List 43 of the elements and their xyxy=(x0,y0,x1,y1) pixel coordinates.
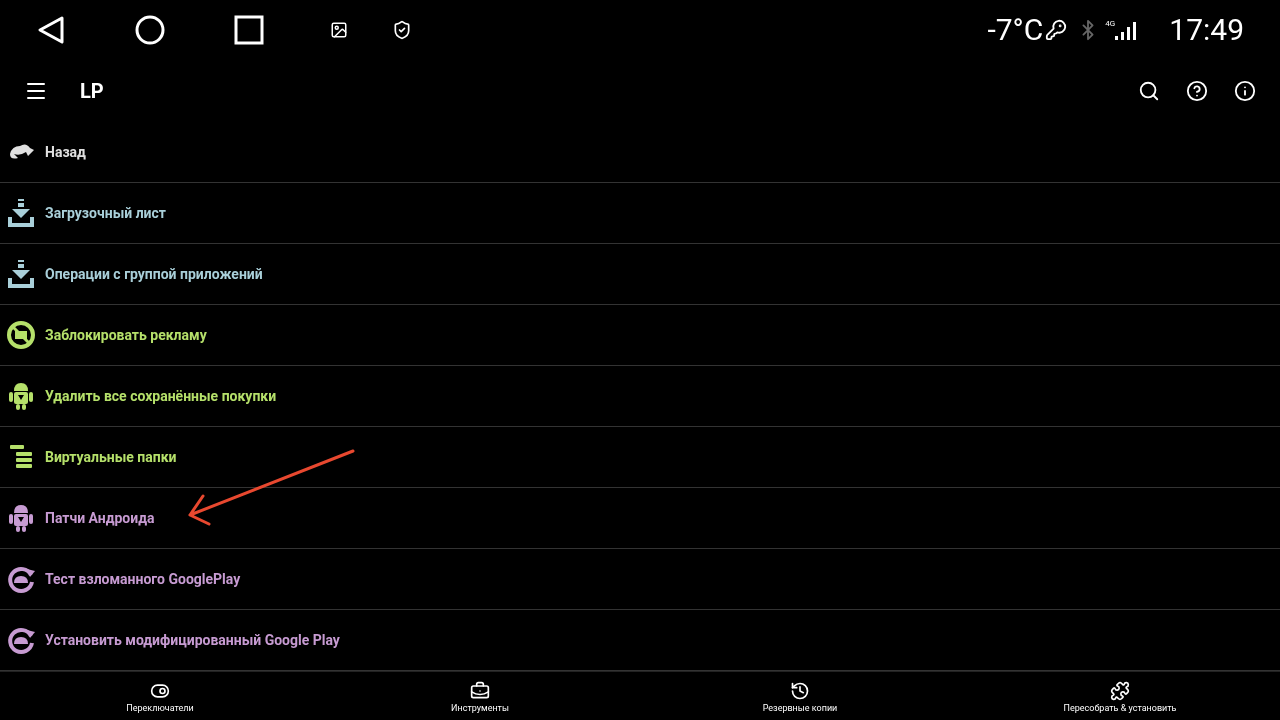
menu-item-label: Назад xyxy=(45,142,86,162)
home-nav-icon[interactable] xyxy=(134,14,166,46)
download-icon xyxy=(6,197,36,229)
blocked-ads-icon xyxy=(6,320,36,350)
menu-item[interactable]: Операции с группой приложений xyxy=(0,244,1280,305)
menu-item-label: Виртуальные папки xyxy=(45,447,177,467)
menu-item[interactable]: Установить модифицированный Google Play xyxy=(0,610,1280,671)
bottom-nav-tab[interactable]: Переключатели xyxy=(0,672,320,720)
menu-item[interactable]: Патчи Андроида xyxy=(0,488,1280,549)
clock: 17:49 xyxy=(1169,15,1244,45)
shield-icon xyxy=(392,20,412,40)
menu-item-label: Загрузочный лист xyxy=(45,203,166,223)
image-icon xyxy=(330,21,348,39)
bottom-nav-tab[interactable]: Пересобрать & установить xyxy=(960,672,1280,720)
network-type: 4G xyxy=(1105,20,1116,28)
recents-nav-icon[interactable] xyxy=(234,15,264,45)
key-icon xyxy=(1045,19,1068,41)
bottom-nav-tab[interactable]: Резервные копии xyxy=(640,672,960,720)
temperature: -7°C xyxy=(987,15,1044,45)
menu-item[interactable]: Загрузочный лист xyxy=(0,183,1280,244)
menu-item[interactable]: Удалить все сохранённые покупки xyxy=(0,366,1280,427)
android-icon xyxy=(6,502,36,534)
menu-item-label: Патчи Андроида xyxy=(45,508,155,528)
menu-item-label: Тест взломанного GooglePlay xyxy=(45,569,241,589)
back-nav-icon[interactable] xyxy=(36,15,66,45)
menu-item[interactable]: Назад xyxy=(0,122,1280,183)
menu-item[interactable]: Заблокировать рекламу xyxy=(0,305,1280,366)
bottom-nav-tab[interactable]: Инструменты xyxy=(320,672,640,720)
menu-item-label: Заблокировать рекламу xyxy=(45,325,207,345)
app-title: LP xyxy=(80,78,104,105)
download-icon xyxy=(6,258,36,290)
restore-icon xyxy=(790,680,810,701)
menu-item-label: Операции с группой приложений xyxy=(45,264,263,284)
toolbox-icon xyxy=(470,680,490,701)
menu-item-label: Удалить все сохранённые покупки xyxy=(45,386,277,406)
menu-item[interactable]: Тест взломанного GooglePlay xyxy=(0,549,1280,610)
menu-item-label: Установить модифицированный Google Play xyxy=(45,630,340,650)
android-icon xyxy=(6,380,36,412)
info-button[interactable] xyxy=(1234,80,1256,102)
search-button[interactable] xyxy=(1138,80,1160,102)
help-button[interactable] xyxy=(1186,80,1208,102)
puzzle-icon xyxy=(1110,680,1130,701)
menu-item[interactable]: Виртуальные папки xyxy=(0,427,1280,488)
